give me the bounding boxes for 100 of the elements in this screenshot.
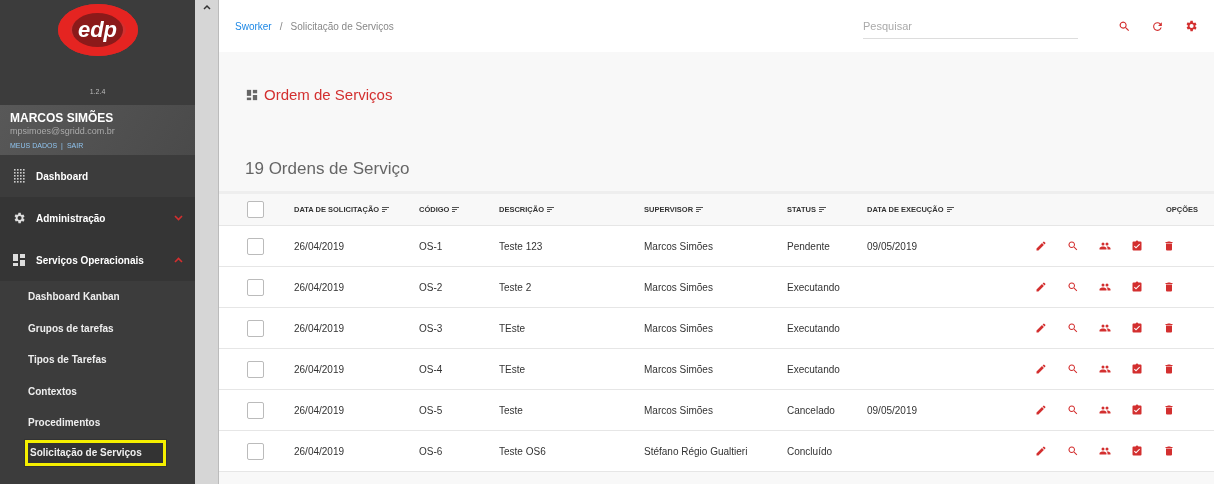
table-cell-text: OS-1	[419, 240, 444, 252]
table-cell-text: 26/04/2019	[294, 445, 346, 457]
table-cell-text: Teste	[499, 404, 524, 416]
table-cell-text: Teste 123	[499, 240, 544, 252]
table-cell-text: 26/04/2019	[294, 322, 346, 334]
trash-icon	[1163, 281, 1175, 293]
people-button[interactable]	[1099, 240, 1111, 252]
search-icon	[1067, 404, 1079, 416]
people-icon	[1099, 281, 1111, 293]
chevron-up-icon	[174, 257, 183, 263]
sidebar-item[interactable]: Administração	[0, 197, 195, 239]
table-cell-text: Stéfano Régio Gualtieri	[644, 445, 749, 457]
scrollbar[interactable]	[195, 0, 219, 484]
trash-icon	[1163, 445, 1175, 457]
search-icon	[1067, 363, 1079, 375]
sidebar-subitem[interactable]: Dashboard Kanban	[0, 281, 195, 313]
table-cell-text: Marcos Simões	[644, 281, 714, 293]
edit-icon	[1035, 445, 1047, 457]
edit-button[interactable]	[1035, 281, 1047, 293]
people-button[interactable]	[1099, 322, 1111, 334]
trash-button[interactable]	[1163, 445, 1175, 457]
trash-icon	[1163, 363, 1175, 375]
table-cell-text: Marcos Simões	[644, 322, 714, 334]
settings-icon[interactable]	[1184, 19, 1198, 33]
row-checkbox[interactable]	[247, 360, 264, 378]
table-cell-text: Cancelado	[787, 404, 836, 416]
scroll-up-icon	[202, 4, 211, 10]
grid-icon	[12, 169, 26, 183]
row-checkbox[interactable]	[247, 319, 264, 337]
clipboard-check-icon	[1131, 240, 1143, 252]
section-title: 19 Ordens de Serviço	[245, 159, 411, 179]
row-checkbox[interactable]	[247, 401, 264, 419]
search-button[interactable]	[1067, 404, 1079, 416]
logo: edp	[57, 4, 138, 56]
search-icon	[1067, 445, 1079, 457]
page-title: Ordem de Serviços	[264, 86, 393, 103]
trash-button[interactable]	[1163, 322, 1175, 334]
trash-button[interactable]	[1163, 281, 1175, 293]
table-cell-text: OS-4	[419, 363, 444, 375]
clipboard-check-button[interactable]	[1131, 404, 1143, 416]
sidebar-subitem[interactable]: Contextos	[0, 375, 195, 407]
dashboard-icon	[246, 88, 258, 101]
sidebar-item[interactable]: Dashboard	[0, 155, 195, 197]
trash-button[interactable]	[1163, 404, 1175, 416]
edit-button[interactable]	[1035, 363, 1047, 375]
sidebar-subitem[interactable]: Solicitação de Serviços	[24, 438, 167, 467]
sidebar-subitem[interactable]: Procedimentos	[0, 407, 195, 439]
sidebar-item[interactable]: Serviços Operacionais	[0, 239, 195, 281]
breadcrumb-current: Solicitação de Serviços	[290, 20, 394, 32]
clipboard-check-button[interactable]	[1131, 363, 1143, 375]
people-button[interactable]	[1099, 281, 1111, 293]
search-button[interactable]	[1067, 322, 1079, 334]
edit-button[interactable]	[1035, 445, 1047, 457]
row-checkbox[interactable]	[247, 237, 264, 255]
table-cell-text: OS-5	[419, 404, 444, 416]
table-cell-text: OS-6	[419, 445, 444, 457]
table-cell-text: TEste	[499, 363, 527, 375]
search-button[interactable]	[1067, 281, 1079, 293]
row-checkbox[interactable]	[247, 442, 264, 460]
search-button[interactable]	[1067, 445, 1079, 457]
edit-button[interactable]	[1035, 240, 1047, 252]
settings-icon	[12, 211, 26, 225]
trash-icon	[1163, 404, 1175, 416]
search-button[interactable]	[1067, 240, 1079, 252]
table-cell-text: Marcos Simões	[644, 363, 714, 375]
people-icon	[1099, 363, 1111, 375]
clipboard-check-button[interactable]	[1131, 281, 1143, 293]
breadcrumb-link[interactable]: Sworker	[235, 20, 272, 32]
table-cell-text: Executando	[787, 363, 841, 375]
user-email: mpsimoes@sgridd.com.br	[10, 126, 116, 136]
edit-button[interactable]	[1035, 322, 1047, 334]
table-cell-text: OS-3	[419, 322, 444, 334]
people-button[interactable]	[1099, 445, 1111, 457]
table-cell-text: 09/05/2019	[867, 404, 919, 416]
sidebar-subitem[interactable]: Grupos de tarefas	[0, 312, 195, 344]
trash-button[interactable]	[1163, 363, 1175, 375]
people-button[interactable]	[1099, 363, 1111, 375]
search-icon[interactable]	[1118, 19, 1131, 33]
row-checkbox[interactable]	[247, 278, 264, 296]
table-cell-text: 26/04/2019	[294, 281, 346, 293]
refresh-icon[interactable]	[1151, 19, 1164, 33]
edit-icon	[1035, 281, 1047, 293]
trash-button[interactable]	[1163, 240, 1175, 252]
search-button[interactable]	[1067, 363, 1079, 375]
people-icon	[1099, 445, 1111, 457]
select-all-checkbox[interactable]	[247, 201, 264, 218]
clipboard-check-icon	[1131, 281, 1143, 293]
clipboard-check-button[interactable]	[1131, 240, 1143, 252]
edit-button[interactable]	[1035, 404, 1047, 416]
table-cell-text: Teste OS6	[499, 445, 547, 457]
clipboard-check-button[interactable]	[1131, 445, 1143, 457]
table-cell-text: 26/04/2019	[294, 363, 346, 375]
people-button[interactable]	[1099, 404, 1111, 416]
edit-icon	[1035, 404, 1047, 416]
clipboard-check-button[interactable]	[1131, 322, 1143, 334]
user-name: MARCOS SIMÕES	[10, 111, 115, 125]
table-cell-text: Executando	[787, 322, 841, 334]
trash-icon	[1163, 322, 1175, 334]
search-icon	[1067, 240, 1079, 252]
sidebar-subitem[interactable]: Tipos de Tarefas	[0, 344, 195, 376]
